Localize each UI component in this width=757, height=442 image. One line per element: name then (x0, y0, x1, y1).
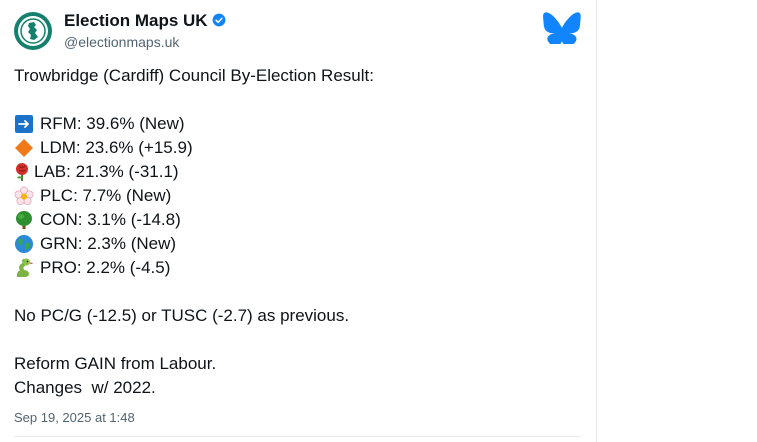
author-handle[interactable]: @electionmaps.uk (64, 34, 179, 50)
result-text: RFM: 39.6% (New) (40, 114, 185, 133)
author-name-text: Election Maps UK (64, 11, 208, 30)
post-outcome: Reform GAIN from Labour. (14, 354, 217, 373)
result-row-rfm: RFM: 39.6% (New) (14, 112, 584, 136)
result-text: GRN: 2.3% (New) (40, 234, 177, 253)
rose-icon (14, 162, 30, 182)
globe-icon (14, 234, 34, 254)
result-row-lab: LAB: 21.3% (-31.1) (14, 160, 584, 184)
post-note: No PC/G (-12.5) or TUSC (-2.7) as previo… (14, 306, 350, 325)
post-changes: Changes w/ 2022. (14, 378, 156, 397)
post-headline: Trowbridge (Cardiff) Council By-Election… (14, 66, 374, 85)
avatar[interactable] (14, 12, 52, 50)
result-row-pro: PRO: 2.2% (-4.5) (14, 256, 584, 280)
result-text: PLC: 7.7% (New) (40, 186, 172, 205)
result-text: CON: 3.1% (-14.8) (40, 210, 181, 229)
divider (14, 436, 580, 437)
blossom-icon (14, 186, 34, 206)
result-text: LAB: 21.3% (-31.1) (34, 162, 179, 181)
result-row-grn: GRN: 2.3% (New) (14, 232, 584, 256)
verified-badge-icon (212, 13, 226, 27)
result-text: PRO: 2.2% (-4.5) (40, 258, 171, 277)
post-timestamp[interactable]: Sep 19, 2025 at 1:48 (14, 410, 135, 425)
avatar-map-icon (18, 16, 48, 46)
post-card[interactable]: Election Maps UK @electionmaps.uk Trowbr… (0, 0, 597, 442)
orange-diamond-icon (14, 138, 34, 158)
arrow-right-icon (14, 114, 34, 134)
result-row-con: CON: 3.1% (-14.8) (14, 208, 584, 232)
bluesky-butterfly-icon[interactable] (543, 12, 581, 47)
post-text: Trowbridge (Cardiff) Council By-Election… (14, 64, 584, 400)
author-name[interactable]: Election Maps UK (64, 11, 226, 31)
result-text: LDM: 23.6% (+15.9) (40, 138, 193, 157)
snake-icon (14, 258, 34, 278)
result-row-ldm: LDM: 23.6% (+15.9) (14, 136, 584, 160)
page: Election Maps UK @electionmaps.uk Trowbr… (0, 0, 757, 442)
tree-icon (14, 210, 34, 230)
result-row-plc: PLC: 7.7% (New) (14, 184, 584, 208)
